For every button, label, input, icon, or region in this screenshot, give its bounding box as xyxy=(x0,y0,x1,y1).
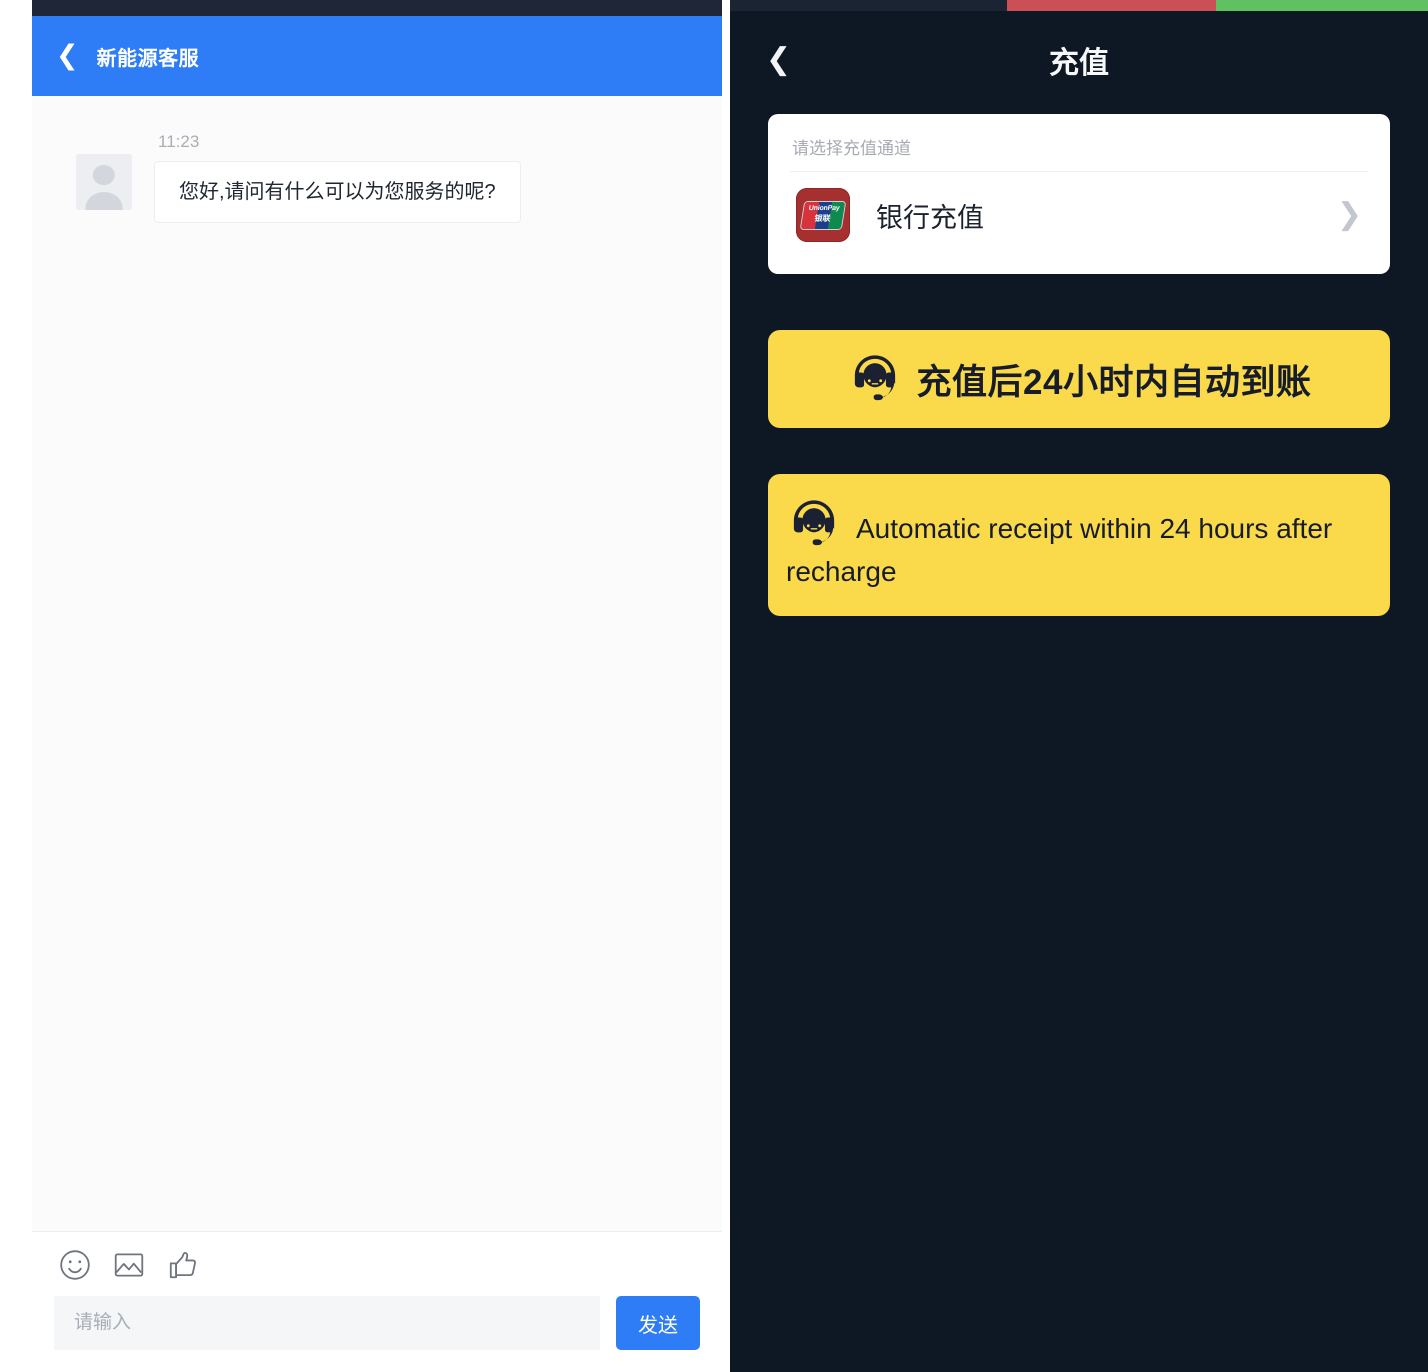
chat-panel: ❮ 新能源客服 11:23 您好,请问有什么可以为您服务的呢? 请输入 发送 xyxy=(32,0,722,1372)
notice-banner-english: Automatic receipt within 24 hours after … xyxy=(768,474,1390,616)
chat-message-row: 11:23 您好,请问有什么可以为您服务的呢? xyxy=(32,132,722,223)
unionpay-icon-text-bottom: 银联 xyxy=(813,213,832,223)
status-bar-green-segment xyxy=(1216,0,1428,11)
chat-input-row: 发送 xyxy=(32,1292,722,1372)
notice-banner-chinese-text: 充值后24小时内自动到账 xyxy=(916,362,1312,402)
status-bar-red-segment xyxy=(1007,0,1216,11)
chat-message-content: 11:23 您好,请问有什么可以为您服务的呢? xyxy=(154,132,521,223)
unionpay-icon: UnionPay 银联 xyxy=(796,188,850,242)
chat-title: 新能源客服 xyxy=(96,47,200,70)
default-user-avatar xyxy=(76,154,132,210)
recharge-header: ❮ 充值 xyxy=(730,11,1428,108)
chat-footer: 发送 xyxy=(32,1231,722,1372)
headset-support-icon xyxy=(847,351,903,407)
image-icon[interactable] xyxy=(112,1248,146,1282)
recharge-channel-card: 请选择充值通道 UnionPay 银联 银行充值 ❯ xyxy=(768,114,1390,274)
message-bubble: 您好,请问有什么可以为您服务的呢? xyxy=(154,161,521,223)
headset-support-icon xyxy=(786,496,842,552)
chat-message-list: 11:23 您好,请问有什么可以为您服务的呢? xyxy=(32,96,722,1231)
channel-section-label: 请选择充值通道 xyxy=(790,130,1368,172)
recharge-panel: ❮ 充值 请选择充值通道 UnionPay 银联 银行充值 ❯ 充值后24小时内… xyxy=(730,0,1428,1372)
notice-banner-english-text: Automatic receipt within 24 hours after … xyxy=(786,513,1333,587)
thumbs-up-icon[interactable] xyxy=(166,1248,200,1282)
message-input[interactable] xyxy=(54,1296,600,1350)
chat-status-bar xyxy=(32,0,722,16)
recharge-status-bar xyxy=(730,0,1428,11)
emoji-icon[interactable] xyxy=(58,1248,92,1282)
screenshot-root: ❮ 新能源客服 11:23 您好,请问有什么可以为您服务的呢? 请输入 发送 ❮… xyxy=(0,0,1428,1372)
chat-header: ❮ 新能源客服 xyxy=(32,16,722,96)
recharge-page-title: 充值 xyxy=(1049,46,1109,80)
channel-row-bank[interactable]: UnionPay 银联 银行充值 ❯ xyxy=(790,172,1368,252)
channel-name: 银行充值 xyxy=(876,202,984,233)
notice-banner-chinese: 充值后24小时内自动到账 xyxy=(768,330,1390,428)
unionpay-icon-text-top: UnionPay xyxy=(808,204,841,212)
message-timestamp: 11:23 xyxy=(158,132,200,151)
send-button[interactable]: 发送 xyxy=(616,1296,700,1350)
chevron-left-icon[interactable]: ❮ xyxy=(766,44,791,75)
chevron-left-icon[interactable]: ❮ xyxy=(56,42,79,69)
chevron-right-icon[interactable]: ❯ xyxy=(1337,200,1364,230)
chat-toolbar xyxy=(32,1232,722,1292)
